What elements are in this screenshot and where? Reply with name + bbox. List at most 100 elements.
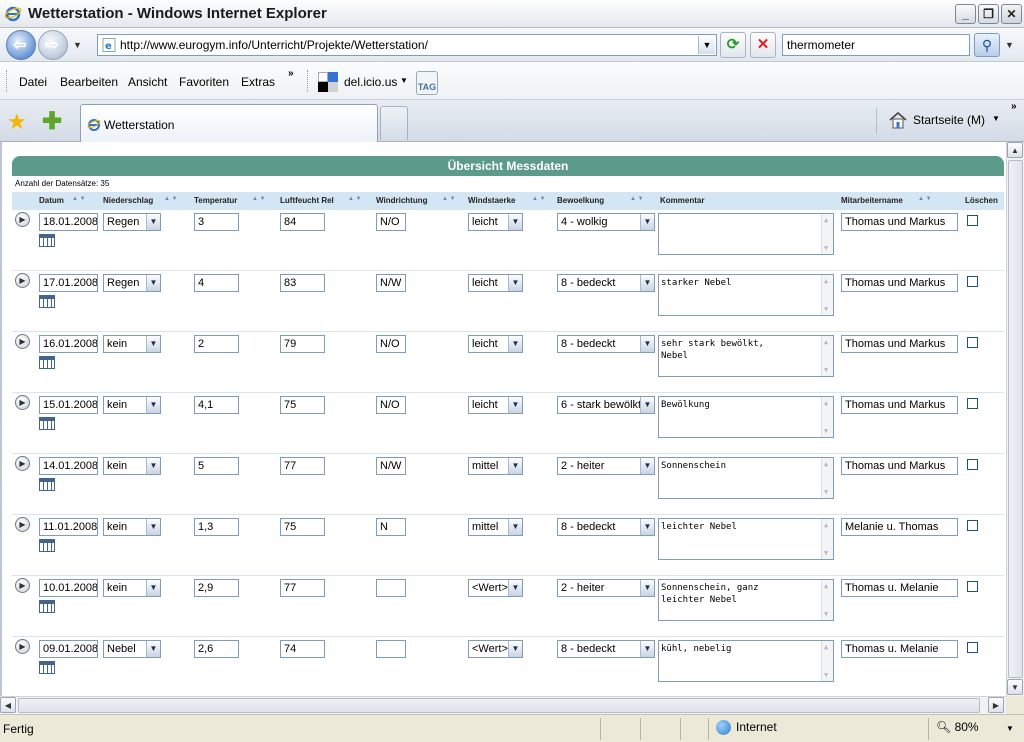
expand-row-button[interactable]: ▶ (15, 395, 30, 410)
date-field[interactable]: 18.01.2008 (39, 213, 98, 231)
sort-icon[interactable]: ▲ ▼ (918, 196, 932, 202)
refresh-button[interactable]: ⟳ (720, 32, 746, 58)
delicious-icon[interactable] (318, 72, 338, 92)
sort-icon[interactable]: ▲ ▼ (348, 196, 362, 202)
col-luftfeucht[interactable]: Luftfeucht Rel (280, 196, 334, 205)
kommentar-textarea[interactable]: Sonnenschein, ganz leichter Nebel (658, 579, 834, 621)
sort-icon[interactable]: ▲ ▼ (630, 196, 644, 202)
calendar-icon[interactable] (39, 600, 55, 613)
niederschlag-select[interactable]: Nebel ▼ (103, 640, 161, 658)
luftfeucht-field[interactable]: 75 (280, 518, 325, 536)
horizontal-scroll-thumb[interactable] (18, 698, 980, 713)
bewoelkung-select[interactable]: 8 - bedeckt ▼ (557, 274, 655, 292)
delicious-link[interactable]: del.icio.us (344, 75, 397, 89)
temperatur-field[interactable]: 2 (194, 335, 239, 353)
temperatur-field[interactable]: 2,6 (194, 640, 239, 658)
bewoelkung-select[interactable]: 8 - bedeckt ▼ (557, 335, 655, 353)
kommentar-textarea[interactable]: kühl, nebelig (658, 640, 834, 682)
scroll-up-icon[interactable]: ▲ (1007, 142, 1023, 158)
sort-icon[interactable]: ▲ ▼ (72, 196, 86, 202)
col-datum[interactable]: Datum (39, 196, 64, 205)
scroll-down-icon[interactable]: ▼ (1007, 679, 1023, 695)
sort-icon[interactable]: ▲ ▼ (252, 196, 266, 202)
calendar-icon[interactable] (39, 356, 55, 369)
expand-row-button[interactable]: ▶ (15, 212, 30, 227)
bewoelkung-select[interactable]: 2 - heiter ▼ (557, 457, 655, 475)
kommentar-textarea[interactable]: Sonnenschein (658, 457, 834, 499)
windrichtung-field[interactable] (376, 579, 406, 597)
temperatur-field[interactable]: 3 (194, 213, 239, 231)
date-field[interactable]: 09.01.2008 (39, 640, 98, 658)
date-field[interactable]: 17.01.2008 (39, 274, 98, 292)
restore-button[interactable]: ❐ (978, 4, 999, 24)
tab-wetterstation[interactable]: Wetterstation (80, 104, 378, 142)
menu-datei[interactable]: Datei (19, 75, 47, 89)
textarea-scrollbar[interactable] (821, 519, 833, 559)
temperatur-field[interactable]: 1,3 (194, 518, 239, 536)
windstaerke-select[interactable]: mittel ▼ (468, 518, 523, 536)
bewoelkung-select[interactable]: 2 - heiter ▼ (557, 579, 655, 597)
col-kommentar[interactable]: Kommentar (660, 196, 704, 205)
col-temperatur[interactable]: Temperatur (194, 196, 237, 205)
scroll-right-icon[interactable]: ▶ (988, 697, 1004, 713)
date-field[interactable]: 11.01.2008 (39, 518, 98, 536)
textarea-scrollbar[interactable] (821, 275, 833, 315)
delete-checkbox[interactable] (967, 459, 978, 470)
col-bewoelkung[interactable]: Bewoelkung (557, 196, 604, 205)
menu-bearbeiten[interactable]: Bearbeiten (60, 75, 118, 89)
new-tab-button[interactable] (380, 106, 408, 140)
textarea-scrollbar[interactable] (821, 397, 833, 437)
niederschlag-select[interactable]: Regen ▼ (103, 274, 161, 292)
luftfeucht-field[interactable]: 75 (280, 396, 325, 414)
windstaerke-select[interactable]: leicht ▼ (468, 274, 523, 292)
home-button[interactable]: Startseite (M) (913, 113, 985, 127)
windrichtung-field[interactable]: N/O (376, 335, 406, 353)
calendar-icon[interactable] (39, 234, 55, 247)
home-dropdown-icon[interactable]: ▼ (992, 114, 1000, 123)
textarea-scrollbar[interactable] (821, 336, 833, 376)
delete-checkbox[interactable] (967, 215, 978, 226)
luftfeucht-field[interactable]: 79 (280, 335, 325, 353)
kommentar-textarea[interactable]: starker Nebel (658, 274, 834, 316)
mitarbeiter-field[interactable]: Thomas und Markus (841, 213, 958, 231)
windrichtung-field[interactable]: N/W (376, 274, 406, 292)
address-bar[interactable]: e http://www.eurogym.info/Unterricht/Pro… (97, 34, 717, 56)
sort-icon[interactable]: ▲ ▼ (164, 196, 178, 202)
bewoelkung-select[interactable]: 8 - bedeckt ▼ (557, 518, 655, 536)
calendar-icon[interactable] (39, 539, 55, 552)
textarea-scrollbar[interactable] (821, 580, 833, 620)
forward-button[interactable]: ⇨ (38, 30, 68, 60)
luftfeucht-field[interactable]: 83 (280, 274, 325, 292)
windstaerke-select[interactable]: leicht ▼ (468, 335, 523, 353)
bewoelkung-select[interactable]: 4 - wolkig ▼ (557, 213, 655, 231)
kommentar-textarea[interactable]: Bewölkung (658, 396, 834, 438)
niederschlag-select[interactable]: kein ▼ (103, 335, 161, 353)
mitarbeiter-field[interactable]: Thomas und Markus (841, 457, 958, 475)
scroll-left-icon[interactable]: ◀ (0, 697, 16, 713)
col-mitarbeitername[interactable]: Mitarbeitername (841, 196, 903, 205)
expand-row-button[interactable]: ▶ (15, 517, 30, 532)
vertical-scroll-thumb[interactable] (1008, 160, 1023, 678)
niederschlag-select[interactable]: kein ▼ (103, 457, 161, 475)
col-niederschlag[interactable]: Niederschlag (103, 196, 153, 205)
windrichtung-field[interactable]: N (376, 518, 406, 536)
luftfeucht-field[interactable]: 74 (280, 640, 325, 658)
date-field[interactable]: 16.01.2008 (39, 335, 98, 353)
kommentar-textarea[interactable]: leichter Nebel (658, 518, 834, 560)
favorites-star-icon[interactable]: ★ (7, 109, 27, 135)
col-windrichtung[interactable]: Windrichtung (376, 196, 427, 205)
luftfeucht-field[interactable]: 77 (280, 579, 325, 597)
back-button[interactable]: ⇦ (6, 30, 36, 60)
niederschlag-select[interactable]: Regen ▼ (103, 213, 161, 231)
calendar-icon[interactable] (39, 417, 55, 430)
windrichtung-field[interactable]: N/O (376, 213, 406, 231)
search-button[interactable]: ⚲ (974, 33, 1000, 57)
menu-overflow-icon[interactable]: » (288, 68, 294, 79)
address-dropdown-icon[interactable]: ▼ (698, 36, 715, 54)
temperatur-field[interactable]: 2,9 (194, 579, 239, 597)
windstaerke-select[interactable]: mittel ▼ (468, 457, 523, 475)
menu-extras[interactable]: Extras (241, 75, 275, 89)
textarea-scrollbar[interactable] (821, 641, 833, 681)
delete-checkbox[interactable] (967, 581, 978, 592)
horizontal-scrollbar[interactable]: ◀ ▶ (0, 696, 1006, 714)
